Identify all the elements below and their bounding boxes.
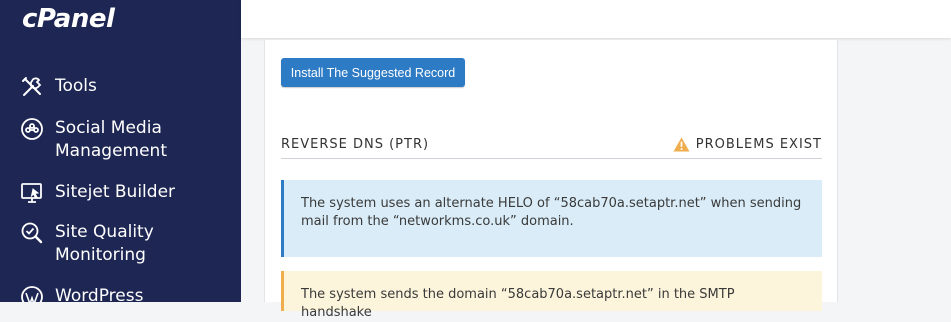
- info-alert-text: The system uses an alternate HELO of “58…: [301, 196, 802, 229]
- sidebar-item-label: WordPress: [55, 286, 144, 302]
- sidebar-item-wordpress[interactable]: WordPress: [20, 285, 195, 302]
- warning-alert-text: The system sends the domain “58cab70a.se…: [301, 287, 735, 320]
- section-divider: [281, 158, 822, 159]
- info-alert: The system uses an alternate HELO of “58…: [281, 180, 822, 257]
- install-suggested-record-button[interactable]: Install The Suggested Record: [281, 58, 465, 87]
- sidebar: cPanel Tools Social Media Management Sit…: [0, 0, 241, 302]
- sitejet-icon: [21, 183, 42, 203]
- sidebar-item-sitejet[interactable]: Sitejet Builder: [20, 181, 195, 205]
- tools-icon: [22, 77, 42, 96]
- status-text: PROBLEMS EXIST: [695, 137, 822, 152]
- warning-alert: The system sends the domain “58cab70a.se…: [281, 271, 822, 320]
- wordpress-icon: [21, 286, 43, 302]
- sidebar-item-label: Site Quality Monitoring: [55, 222, 154, 265]
- site-quality-icon: [21, 222, 43, 244]
- sidebar-item-site-quality[interactable]: Site Quality Monitoring: [20, 221, 195, 267]
- social-media-icon: [21, 118, 43, 140]
- cpanel-logo[interactable]: cPanel: [22, 4, 115, 34]
- sidebar-item-label: Sitejet Builder: [55, 182, 176, 202]
- warning-icon: [673, 137, 690, 152]
- status-badge: PROBLEMS EXIST: [673, 137, 822, 152]
- top-header-bar: [241, 0, 951, 38]
- sidebar-item-social-media[interactable]: Social Media Management: [20, 117, 195, 163]
- sidebar-item-tools[interactable]: Tools: [20, 75, 195, 99]
- section-title: REVERSE DNS (PTR): [281, 137, 430, 152]
- sidebar-item-label: Social Media Management: [55, 118, 167, 161]
- sidebar-item-label: Tools: [55, 76, 97, 96]
